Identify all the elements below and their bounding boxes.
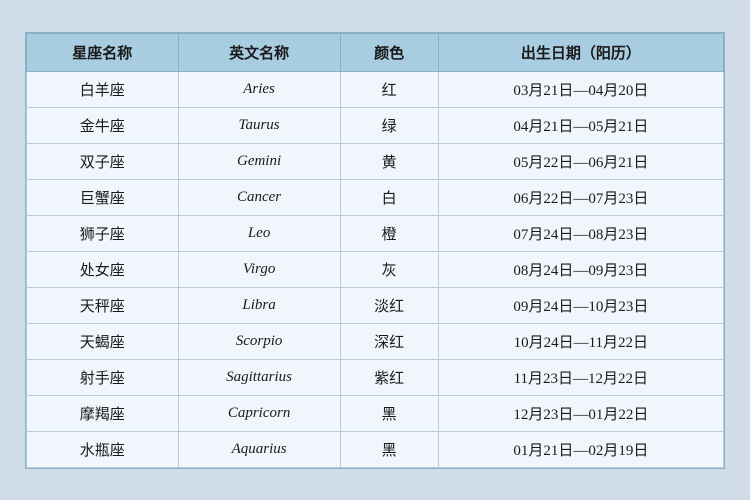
cell-english-name: Cancer [178,179,340,215]
cell-chinese-name: 天蝎座 [27,323,179,359]
cell-color: 白 [340,179,438,215]
table-row: 双子座Gemini黄05月22日—06月21日 [27,143,724,179]
table-row: 白羊座Aries红03月21日—04月20日 [27,71,724,107]
zodiac-table-container: 星座名称 英文名称 颜色 出生日期（阳历） 白羊座Aries红03月21日—04… [25,32,725,469]
cell-chinese-name: 水瓶座 [27,431,179,467]
cell-dates: 05月22日—06月21日 [438,143,723,179]
cell-dates: 06月22日—07月23日 [438,179,723,215]
cell-color: 灰 [340,251,438,287]
cell-english-name: Virgo [178,251,340,287]
table-row: 狮子座Leo橙07月24日—08月23日 [27,215,724,251]
cell-english-name: Aries [178,71,340,107]
cell-chinese-name: 巨蟹座 [27,179,179,215]
cell-dates: 04月21日—05月21日 [438,107,723,143]
cell-english-name: Capricorn [178,395,340,431]
cell-chinese-name: 白羊座 [27,71,179,107]
table-row: 巨蟹座Cancer白06月22日—07月23日 [27,179,724,215]
table-row: 射手座Sagittarius紫红11月23日—12月22日 [27,359,724,395]
header-color: 颜色 [340,33,438,71]
cell-english-name: Gemini [178,143,340,179]
cell-english-name: Libra [178,287,340,323]
cell-dates: 12月23日—01月22日 [438,395,723,431]
table-row: 处女座Virgo灰08月24日—09月23日 [27,251,724,287]
cell-color: 红 [340,71,438,107]
cell-color: 淡红 [340,287,438,323]
cell-english-name: Sagittarius [178,359,340,395]
cell-color: 绿 [340,107,438,143]
table-body: 白羊座Aries红03月21日—04月20日金牛座Taurus绿04月21日—0… [27,71,724,467]
cell-color: 深红 [340,323,438,359]
cell-english-name: Scorpio [178,323,340,359]
table-row: 金牛座Taurus绿04月21日—05月21日 [27,107,724,143]
cell-chinese-name: 天秤座 [27,287,179,323]
cell-color: 黄 [340,143,438,179]
cell-english-name: Aquarius [178,431,340,467]
cell-chinese-name: 金牛座 [27,107,179,143]
cell-color: 黑 [340,431,438,467]
header-dates: 出生日期（阳历） [438,33,723,71]
cell-dates: 03月21日—04月20日 [438,71,723,107]
table-row: 水瓶座Aquarius黑01月21日—02月19日 [27,431,724,467]
cell-english-name: Taurus [178,107,340,143]
table-row: 天蝎座Scorpio深红10月24日—11月22日 [27,323,724,359]
cell-color: 紫红 [340,359,438,395]
cell-dates: 09月24日—10月23日 [438,287,723,323]
cell-english-name: Leo [178,215,340,251]
cell-dates: 08月24日—09月23日 [438,251,723,287]
header-english-name: 英文名称 [178,33,340,71]
cell-chinese-name: 摩羯座 [27,395,179,431]
cell-chinese-name: 射手座 [27,359,179,395]
cell-dates: 11月23日—12月22日 [438,359,723,395]
zodiac-table: 星座名称 英文名称 颜色 出生日期（阳历） 白羊座Aries红03月21日—04… [26,33,724,468]
cell-color: 黑 [340,395,438,431]
table-row: 天秤座Libra淡红09月24日—10月23日 [27,287,724,323]
header-chinese-name: 星座名称 [27,33,179,71]
table-row: 摩羯座Capricorn黑12月23日—01月22日 [27,395,724,431]
cell-chinese-name: 双子座 [27,143,179,179]
cell-chinese-name: 处女座 [27,251,179,287]
cell-dates: 07月24日—08月23日 [438,215,723,251]
cell-dates: 01月21日—02月19日 [438,431,723,467]
cell-dates: 10月24日—11月22日 [438,323,723,359]
cell-color: 橙 [340,215,438,251]
table-header-row: 星座名称 英文名称 颜色 出生日期（阳历） [27,33,724,71]
cell-chinese-name: 狮子座 [27,215,179,251]
